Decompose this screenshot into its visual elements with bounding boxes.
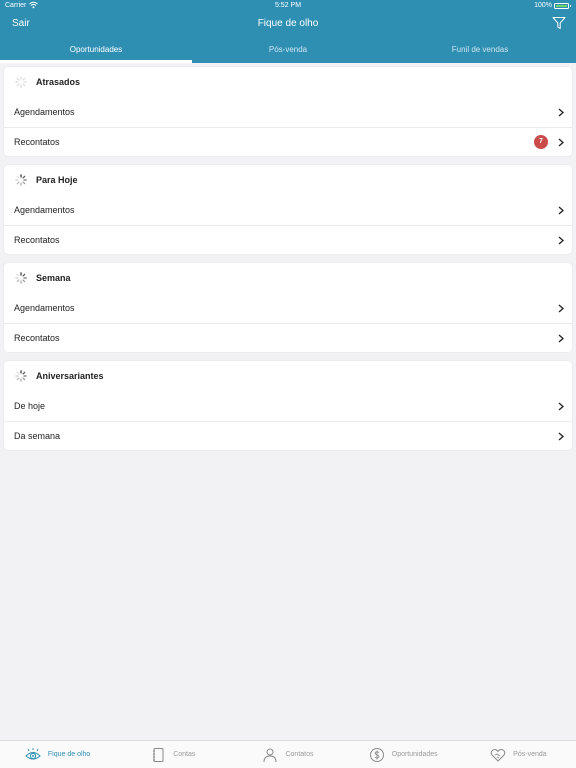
row-label: Recontatos [14,333,60,343]
row-label: Agendamentos [14,303,75,313]
dollar-icon [369,747,384,762]
loading-spinner-icon [15,174,27,186]
tabbar-label: Oportunidades [391,751,438,758]
row-agendamentos[interactable]: Agendamentos [4,98,572,127]
filter-icon[interactable] [552,16,566,30]
chevron-right-icon [558,432,564,441]
tabbar-item-contatos[interactable]: Contatos [230,741,345,768]
section-aniversariantes: Aniversariantes De hoje Da semana [4,361,572,450]
section-title: Atrasados [36,77,81,87]
tabbar-label: Contatos [285,751,314,758]
row-de-hoje[interactable]: De hoje [4,392,572,421]
section-para-hoje: Para Hoje Agendamentos Recontatos [4,165,572,254]
row-recontatos[interactable]: Recontatos 7 [4,127,572,156]
section-header: Semana [4,263,572,294]
loading-spinner-icon [15,76,27,88]
chevron-right-icon [558,206,564,215]
tabbar-item-fique-de-olho[interactable]: Fique de olho [0,741,115,768]
person-icon [263,748,277,762]
chevron-right-icon [558,334,564,343]
tabbar-label: Fique de olho [47,751,91,758]
status-bar: Carrier 5:52 PM 100% [0,0,576,12]
page-title: Fique de olho [257,18,319,29]
loading-spinner-icon [15,272,27,284]
tabbar-item-contas[interactable]: Contas [115,741,230,768]
section-title: Semana [36,273,71,283]
chevron-right-icon [558,402,564,411]
tab-oportunidades[interactable]: Oportunidades [0,40,192,63]
header: Carrier 5:52 PM 100% Sair Fique de olho … [0,0,576,63]
tabbar-label: Pós-venda [513,751,547,758]
battery-icon [554,3,571,9]
section-header: Atrasados [4,67,572,98]
row-recontatos[interactable]: Recontatos [4,225,572,254]
section-header: Para Hoje [4,165,572,196]
row-label: Agendamentos [14,205,75,215]
row-agendamentos[interactable]: Agendamentos [4,196,572,225]
loading-spinner-icon [15,370,27,382]
status-time: 5:52 PM [274,2,302,9]
section-title: Para Hoje [36,175,78,185]
row-recontatos[interactable]: Recontatos [4,323,572,352]
row-label: Recontatos [14,137,60,147]
eye-icon [25,747,41,759]
battery-percent: 100% [534,2,552,9]
tabbar-label: Contas [173,751,196,758]
row-agendamentos[interactable]: Agendamentos [4,294,572,323]
bottom-tab-bar: Fique de olho Contas Contatos Oportunida… [0,740,576,768]
count-badge: 7 [534,135,548,149]
chevron-right-icon [558,304,564,313]
tab-pos-venda[interactable]: Pós-venda [192,40,384,63]
tabbar-item-pos-venda[interactable]: Pós-venda [461,741,576,768]
row-label: Recontatos [14,235,60,245]
chevron-right-icon [558,236,564,245]
tab-funil-de-vendas[interactable]: Funil de vendas [384,40,576,63]
chevron-right-icon [558,138,564,147]
row-label: Da semana [14,431,61,441]
row-label: De hoje [14,401,46,411]
sections-list: Atrasados Agendamentos Recontatos 7 Para… [4,67,572,459]
row-label: Agendamentos [14,107,75,117]
section-semana: Semana Agendamentos Recontatos [4,263,572,352]
chevron-right-icon [558,108,564,117]
heart-handshake-icon [490,748,506,762]
notebook-icon [153,747,164,762]
tabbar-item-oportunidades[interactable]: Oportunidades [346,741,461,768]
row-da-semana[interactable]: Da semana [4,421,572,450]
section-header: Aniversariantes [4,361,572,392]
section-title: Aniversariantes [36,371,104,381]
section-atrasados: Atrasados Agendamentos Recontatos 7 [4,67,572,156]
top-tabs: Oportunidades Pós-venda Funil de vendas [0,40,576,63]
